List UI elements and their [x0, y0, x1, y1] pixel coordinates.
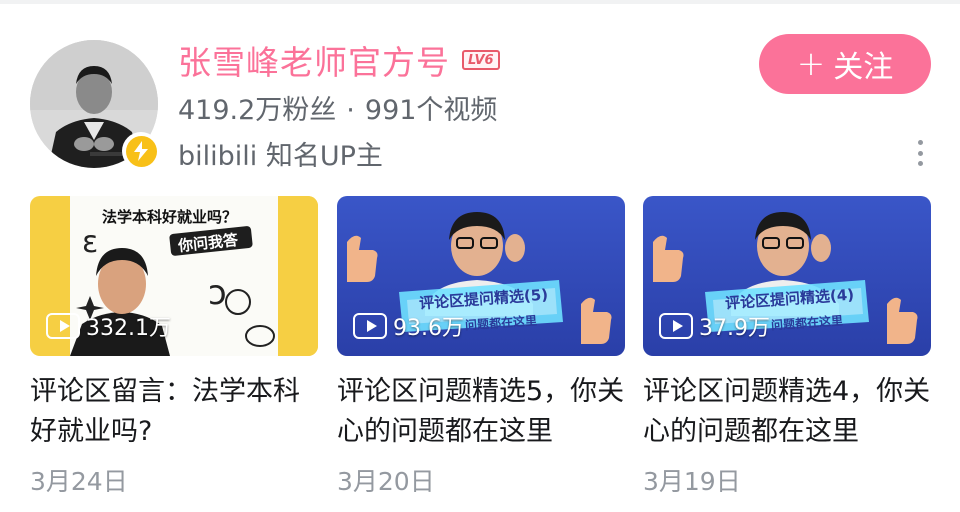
- stats-separator: ·: [346, 95, 355, 126]
- video-date: 3月20日: [337, 467, 435, 496]
- play-count: 332.1万: [46, 310, 171, 342]
- follower-count: 419.2万粉丝: [178, 95, 337, 126]
- play-icon: [353, 313, 387, 339]
- play-count-value: 37.9万: [699, 316, 770, 341]
- play-icon: [46, 313, 80, 339]
- top-divider: [0, 0, 960, 4]
- video-thumbnail[interactable]: 评论区提问精选(5) 问题都在这里 93.6万: [337, 196, 625, 356]
- video-date: 3月24日: [30, 467, 128, 496]
- video-title[interactable]: 评论区问题精选5，你关心的问题都在这里: [337, 372, 625, 452]
- video-card[interactable]: ε ɔ 法学本科好就业吗？ 你问我答 332.1万 评论区留言：法学本科好就业吗…: [30, 196, 318, 498]
- video-card[interactable]: 评论区提问精选(5) 问题都在这里 93.6万 评论区问题精选5，你关心的问题都…: [337, 196, 625, 498]
- profile-stats: 419.2万粉丝 · 991个视频: [178, 88, 497, 127]
- verified-badge: [122, 132, 160, 170]
- follow-label: 关注: [833, 50, 894, 85]
- svg-text:ɔ: ɔ: [208, 273, 227, 313]
- play-count-value: 332.1万: [86, 316, 171, 341]
- video-date: 3月19日: [643, 467, 741, 496]
- thumbnail-caption: 法学本科好就业吗？: [102, 208, 238, 226]
- play-count-value: 93.6万: [393, 316, 464, 341]
- video-title[interactable]: 评论区留言：法学本科好就业吗?: [30, 372, 318, 452]
- play-count: 37.9万: [659, 310, 770, 342]
- lightning-icon: [125, 135, 157, 167]
- profile-name-row: 张雪峰老师官方号 LV6: [178, 38, 500, 82]
- video-thumbnail[interactable]: ε ɔ 法学本科好就业吗？ 你问我答 332.1万: [30, 196, 318, 356]
- video-count: 991个视频: [364, 95, 498, 126]
- more-vertical-icon[interactable]: [908, 138, 932, 168]
- svg-text:ε: ε: [82, 225, 98, 260]
- level-badge: LV6: [462, 50, 500, 70]
- plus-icon: +: [796, 44, 826, 84]
- video-thumbnail[interactable]: 评论区提问精选(4) 问题都在这里 37.9万: [643, 196, 931, 356]
- video-title[interactable]: 评论区问题精选4，你关心的问题都在这里: [643, 372, 931, 452]
- play-count: 93.6万: [353, 310, 464, 342]
- play-icon: [659, 313, 693, 339]
- avatar[interactable]: [30, 40, 160, 170]
- follow-button[interactable]: + 关注: [759, 34, 931, 94]
- profile-name[interactable]: 张雪峰老师官方号: [178, 36, 450, 84]
- video-card[interactable]: 评论区提问精选(4) 问题都在这里 37.9万 评论区问题精选4，你关心的问题都…: [643, 196, 931, 498]
- profile-tag: bilibili 知名UP主: [178, 141, 383, 172]
